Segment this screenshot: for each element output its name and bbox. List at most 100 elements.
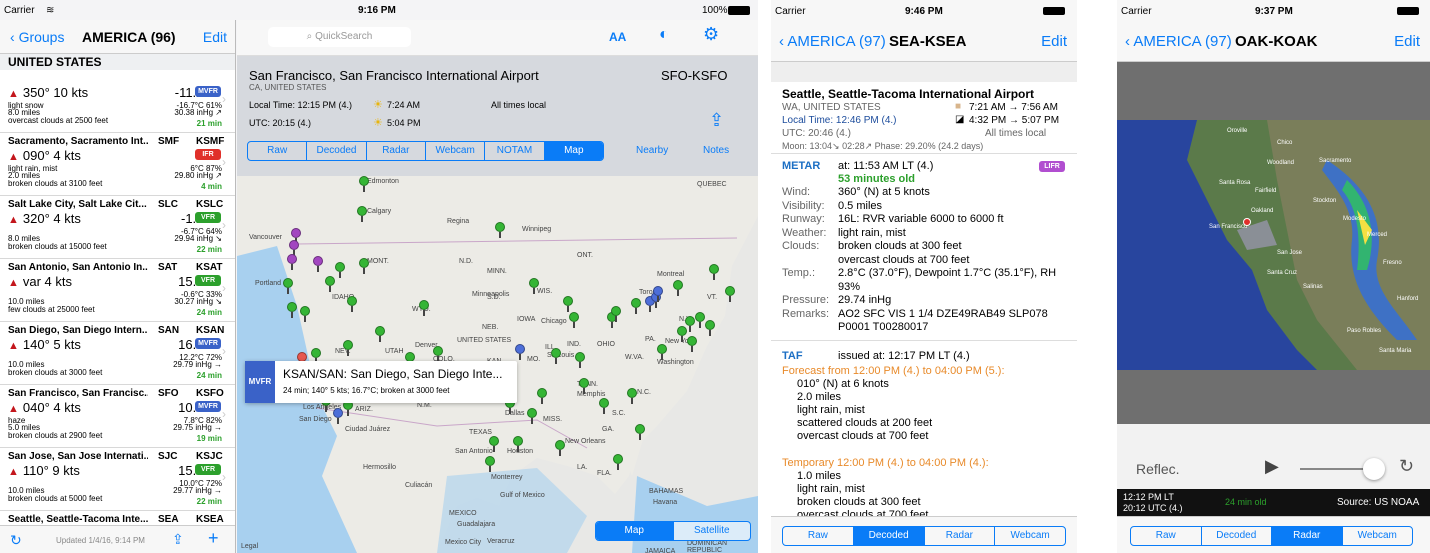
airport-pin[interactable]	[527, 408, 537, 424]
airport-pin[interactable]	[291, 228, 301, 244]
airport-pin[interactable]	[695, 312, 705, 328]
airport-pin[interactable]	[419, 300, 429, 316]
tab-satellite[interactable]: Satellite	[674, 522, 751, 540]
airport-pin[interactable]	[375, 326, 385, 342]
airport-pin[interactable]	[635, 424, 645, 440]
radar-product-label[interactable]: Reflec.	[1136, 461, 1180, 477]
back-button[interactable]: ‹ Groups	[10, 29, 64, 45]
airport-pin[interactable]	[313, 256, 323, 272]
tab-decoded[interactable]: Decoded	[307, 142, 367, 160]
tab-webcam[interactable]: Webcam	[1343, 527, 1413, 545]
airport-pin[interactable]	[551, 348, 561, 364]
airport-pin[interactable]	[287, 254, 297, 270]
airport-pin[interactable]	[283, 278, 293, 294]
airport-pin[interactable]	[657, 344, 667, 360]
list-item[interactable]: Salt Lake City, Salt Lake Cit...SLCKSLC-…	[0, 196, 235, 259]
airport-pin[interactable]	[575, 352, 585, 368]
radar-view[interactable]: Oroville Chico Woodland Sacramento Santa Ros…	[1117, 62, 1430, 424]
tab-decoded[interactable]: Decoded	[853, 527, 925, 545]
airport-pin[interactable]	[569, 312, 579, 328]
list-item[interactable]: Sacramento, Sacramento Int...SMFKSMF8°Cl…	[0, 133, 235, 196]
airport-pin[interactable]	[289, 240, 299, 256]
airport-pin[interactable]	[687, 336, 697, 352]
tab-webcam[interactable]: Webcam	[995, 527, 1065, 545]
airport-pin[interactable]	[287, 302, 297, 318]
refresh-icon[interactable]: ↻	[10, 532, 22, 549]
airport-pin[interactable]	[673, 280, 683, 296]
list-item[interactable]: -11.1°Clight snow8.0 milesovercast cloud…	[0, 70, 235, 133]
play-icon[interactable]: ▶	[1265, 456, 1279, 477]
airport-pin[interactable]	[627, 388, 637, 404]
tab-radar[interactable]: Radar	[1272, 527, 1343, 545]
slider-knob[interactable]	[1363, 458, 1386, 480]
airport-pin[interactable]	[325, 276, 335, 292]
timeline-slider[interactable]	[1300, 458, 1386, 480]
airport-pin[interactable]	[613, 454, 623, 470]
airport-pin[interactable]	[705, 320, 715, 336]
radar-label: Merced	[1367, 232, 1388, 238]
observation-age: 24 min	[196, 371, 222, 380]
list-item[interactable]: San Francisco, San Francisc...SFOKSFO10.…	[0, 385, 235, 448]
airport-pin[interactable]	[563, 296, 573, 312]
divider	[771, 153, 1077, 154]
tab-raw[interactable]: Raw	[1131, 527, 1202, 545]
airport-pin[interactable]	[347, 296, 357, 312]
airport-pin[interactable]	[495, 222, 505, 238]
list-item[interactable]: San Antonio, San Antonio In...SATKSAT15.…	[0, 259, 235, 322]
contrast-icon[interactable]: ◐	[659, 26, 669, 44]
airport-pin[interactable]	[611, 306, 621, 322]
airport-pin[interactable]	[343, 340, 353, 356]
airport-pin[interactable]	[513, 436, 523, 452]
tab-radar[interactable]: Radar	[367, 142, 426, 160]
airport-pin[interactable]	[335, 262, 345, 278]
airport-pin[interactable]	[685, 316, 695, 332]
tab-map[interactable]: Map	[596, 522, 674, 540]
airport-pin[interactable]	[709, 264, 719, 280]
quicksearch-input[interactable]: ⌕ QuickSearch	[268, 27, 411, 47]
map-view[interactable]: Edmonton Calgary Regina Winnipeg Vancouver Po…	[237, 176, 758, 553]
share-icon[interactable]: ⇪	[709, 110, 724, 131]
tab-map[interactable]: Map	[544, 142, 603, 160]
airport-pin[interactable]	[537, 388, 547, 404]
edit-button[interactable]: Edit	[203, 29, 227, 45]
airport-pin[interactable]	[631, 298, 641, 314]
tab-raw[interactable]: Raw	[783, 527, 854, 545]
airport-pin[interactable]	[359, 176, 369, 192]
airport-pin[interactable]	[515, 344, 525, 360]
map-callout[interactable]: MVFR KSAN/SAN: San Diego, San Diego Inte…	[245, 361, 517, 403]
tab-radar[interactable]: Radar	[925, 527, 996, 545]
notes-button[interactable]: Notes	[703, 145, 729, 156]
airport-pin[interactable]	[579, 378, 589, 394]
list-item[interactable]: San Jose, San Jose Internati...SJCKSJC15…	[0, 448, 235, 511]
back-button[interactable]: ‹ AMERICA (97)	[779, 33, 886, 50]
airport-pin[interactable]	[489, 436, 499, 452]
add-button[interactable]: +	[208, 528, 219, 549]
airport-pin[interactable]	[599, 398, 609, 414]
airport-pin[interactable]	[359, 258, 369, 274]
airport-pin[interactable]	[357, 206, 367, 222]
airport-pin[interactable]	[653, 286, 663, 302]
airport-pin[interactable]	[555, 440, 565, 456]
font-size-icon[interactable]: AA	[609, 30, 626, 44]
gear-icon[interactable]: ⚙	[703, 24, 719, 45]
edit-button[interactable]: Edit	[1394, 33, 1420, 50]
airport-pin[interactable]	[725, 286, 735, 302]
airport-pin[interactable]	[677, 326, 687, 342]
list-item[interactable]: San Diego, San Diego Intern...SANKSAN16.…	[0, 322, 235, 385]
share-icon[interactable]: ⇪	[172, 531, 184, 548]
airport-pin[interactable]	[433, 346, 443, 362]
airport-pin[interactable]	[333, 408, 343, 424]
edit-button[interactable]: Edit	[1041, 33, 1067, 50]
tab-raw[interactable]: Raw	[248, 142, 308, 160]
airport-pin[interactable]	[311, 348, 321, 364]
map-label: ARIZ.	[355, 406, 373, 413]
tab-decoded[interactable]: Decoded	[1202, 527, 1272, 545]
back-button[interactable]: ‹ AMERICA (97)	[1125, 33, 1232, 50]
airport-pin[interactable]	[485, 456, 495, 472]
tab-notam[interactable]: NOTAM	[485, 142, 545, 160]
airport-pin[interactable]	[529, 278, 539, 294]
nearby-button[interactable]: Nearby	[636, 145, 668, 156]
tab-webcam[interactable]: Webcam	[426, 142, 486, 160]
airport-pin[interactable]	[300, 306, 310, 322]
reload-icon[interactable]: ↻	[1399, 456, 1414, 477]
